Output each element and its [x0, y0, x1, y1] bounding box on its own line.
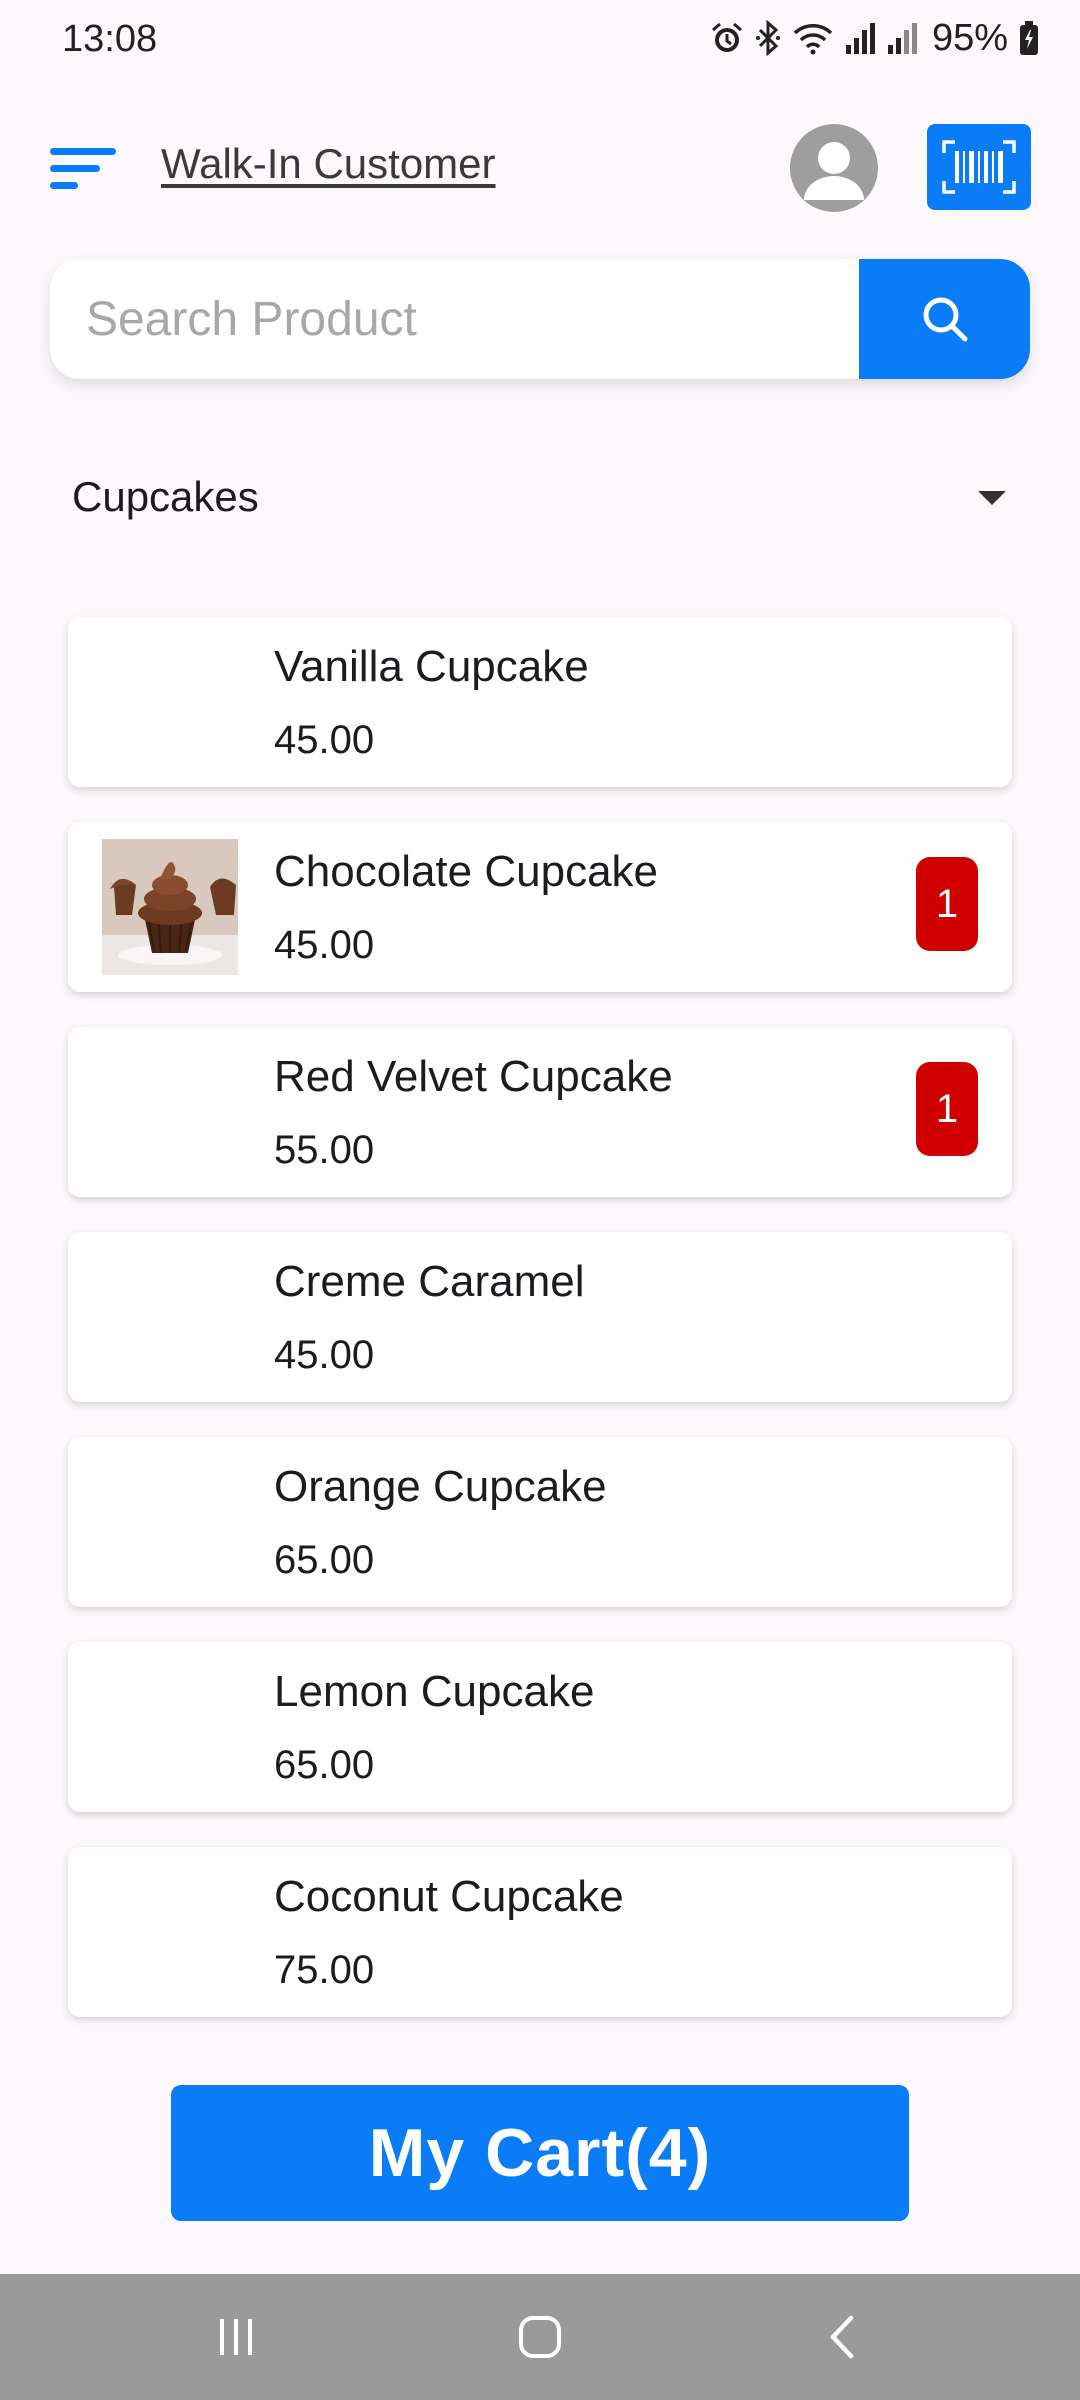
caret-down-icon — [978, 491, 1006, 505]
product-thumbnail — [102, 1659, 238, 1795]
cupcake-image — [102, 839, 238, 975]
product-thumbnail — [102, 839, 238, 975]
customer-selector-link[interactable]: Walk-In Customer — [161, 140, 496, 188]
product-name: Coconut Cupcake — [274, 1872, 624, 1921]
product-thumbnail — [102, 634, 238, 770]
product-price: 45.00 — [274, 718, 375, 762]
signal-icon — [886, 21, 918, 55]
search-input[interactable] — [50, 259, 860, 379]
product-thumbnail — [102, 1454, 238, 1590]
status-bar: 13:08 95% — [0, 0, 1080, 80]
system-navigation-bar — [0, 2274, 1080, 2400]
product-card[interactable]: Creme Caramel 45.00 — [68, 1232, 1012, 1402]
battery-icon — [1018, 20, 1040, 56]
product-thumbnail — [102, 1864, 238, 2000]
product-name: Orange Cupcake — [274, 1462, 607, 1511]
menu-button[interactable] — [48, 134, 120, 198]
product-card[interactable]: Orange Cupcake 65.00 — [68, 1437, 1012, 1607]
home-button[interactable] — [495, 2304, 585, 2370]
product-name: Vanilla Cupcake — [274, 642, 589, 691]
product-name: Lemon Cupcake — [274, 1667, 595, 1716]
home-icon — [519, 2316, 561, 2358]
bluetooth-icon — [754, 20, 782, 56]
cart-quantity-badge: 1 — [916, 1062, 978, 1156]
barcode-scan-button[interactable] — [927, 124, 1031, 210]
signal-icon — [844, 21, 876, 55]
my-cart-button[interactable]: My Cart(4) — [171, 2085, 909, 2221]
search-icon — [923, 297, 967, 342]
product-name: Red Velvet Cupcake — [274, 1052, 673, 1101]
product-price: 45.00 — [274, 1333, 375, 1377]
product-card[interactable]: Coconut Cupcake 75.00 — [68, 1847, 1012, 2017]
status-time: 13:08 — [62, 18, 158, 60]
search-bar — [50, 259, 1030, 379]
product-card[interactable]: Chocolate Cupcake 45.00 1 — [68, 822, 1012, 992]
alarm-icon — [710, 21, 744, 55]
product-price: 65.00 — [274, 1538, 375, 1582]
user-avatar-icon — [804, 142, 864, 200]
product-card[interactable]: Vanilla Cupcake 45.00 — [68, 617, 1012, 787]
back-icon — [830, 2315, 854, 2359]
product-price: 75.00 — [274, 1948, 375, 1992]
product-list: Vanilla Cupcake 45.00 Chocolate Cupcake … — [68, 617, 1012, 2052]
wifi-icon — [792, 21, 834, 55]
product-name: Creme Caramel — [274, 1257, 585, 1306]
recent-apps-button[interactable] — [191, 2304, 281, 2370]
product-thumbnail — [102, 1249, 238, 1385]
product-thumbnail — [102, 1044, 238, 1180]
category-selected: Cupcakes — [72, 473, 259, 520]
app-header: Walk-In Customer — [0, 110, 1080, 230]
battery-percentage: 95% — [931, 16, 1008, 59]
product-price: 55.00 — [274, 1128, 375, 1172]
recent-apps-icon — [220, 2319, 252, 2355]
barcode-scan-icon — [942, 140, 1016, 194]
user-avatar-button[interactable] — [790, 124, 878, 212]
back-button[interactable] — [798, 2304, 888, 2370]
cart-quantity-badge: 1 — [916, 857, 978, 951]
product-name: Chocolate Cupcake — [274, 847, 659, 896]
product-card[interactable]: Lemon Cupcake 65.00 — [68, 1642, 1012, 1812]
category-dropdown[interactable]: Cupcakes — [50, 455, 1010, 545]
menu-icon — [50, 148, 116, 189]
search-button[interactable] — [859, 259, 1030, 379]
status-icons: 95% — [710, 16, 1040, 60]
product-price: 45.00 — [274, 923, 375, 967]
product-price: 65.00 — [274, 1743, 375, 1787]
product-card[interactable]: Red Velvet Cupcake 55.00 1 — [68, 1027, 1012, 1197]
